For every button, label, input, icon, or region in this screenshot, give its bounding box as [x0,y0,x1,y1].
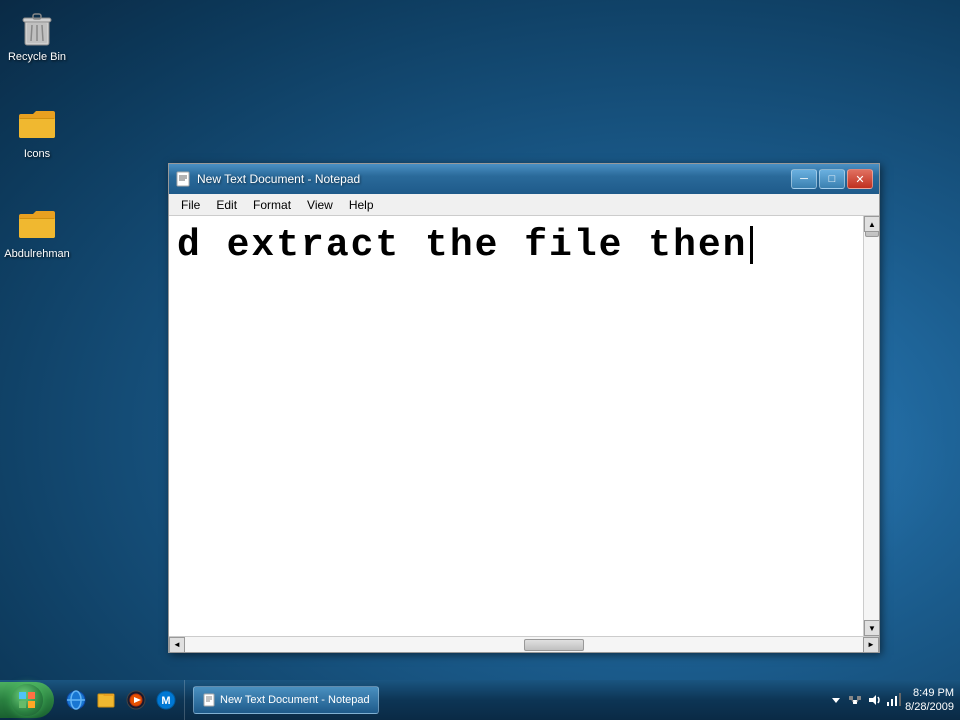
windows-logo [17,690,37,710]
title-bar-left: New Text Document - Notepad [175,171,360,187]
system-clock[interactable]: 8:49 PM 8/28/2009 [905,686,954,715]
system-tray: 8:49 PM 8/28/2009 [822,680,960,720]
notepad-content-area[interactable]: d extract the file then ▲ ▼ [169,216,879,636]
desktop: Recycle Bin Icons Abdulrehman [0,0,960,720]
scrollbar-down-button[interactable]: ▼ [864,620,879,636]
menu-file[interactable]: File [173,196,208,214]
maximize-button[interactable]: □ [819,169,845,189]
show-hidden-tray-icon[interactable] [828,692,844,708]
abdulrehman-folder-icon[interactable]: Abdulrehman [2,200,72,264]
messenger-icon[interactable]: M [152,686,180,714]
minimize-button[interactable]: ─ [791,169,817,189]
ie-icon[interactable] [62,686,90,714]
recycle-bin-icon[interactable]: Recycle Bin [2,3,72,67]
icons-folder-label: Icons [24,148,50,160]
media-player-icon[interactable] [122,686,150,714]
menu-bar: File Edit Format View Help [169,194,879,216]
volume-tray-icon[interactable] [866,692,882,708]
menu-view[interactable]: View [299,196,341,214]
taskbar-notepad-icon [202,693,216,707]
taskbar: M New Text Document - Notepad [0,680,960,720]
file-explorer-icon[interactable] [92,686,120,714]
menu-help[interactable]: Help [341,196,382,214]
scrollbar-left-button[interactable]: ◄ [169,637,185,653]
scrollbar-h-track [185,638,863,652]
abdulrehman-folder-label: Abdulrehman [4,248,69,260]
scrollbar-up-button[interactable]: ▲ [864,216,879,232]
notepad-text: d extract the file then [177,224,753,267]
quick-launch: M [58,680,185,720]
recycle-bin-label: Recycle Bin [8,51,66,63]
icons-folder-icon[interactable]: Icons [2,100,72,164]
signal-tray-icon[interactable] [885,692,901,708]
text-cursor [750,226,753,264]
horizontal-scrollbar[interactable]: ◄ ► [169,636,879,652]
taskbar-window-area: New Text Document - Notepad [185,686,822,714]
close-button[interactable]: ✕ [847,169,873,189]
taskbar-notepad-label: New Text Document - Notepad [220,694,370,706]
clock-date: 8/28/2009 [905,700,954,714]
window-title: New Text Document - Notepad [197,172,360,186]
menu-edit[interactable]: Edit [208,196,245,214]
title-bar-buttons: ─ □ ✕ [791,169,873,189]
scrollbar-h-thumb[interactable] [524,639,584,651]
svg-text:M: M [161,695,170,707]
notepad-window: New Text Document - Notepad ─ □ ✕ File E… [168,163,880,653]
scrollbar-right-button[interactable]: ► [863,637,879,653]
tray-icons [828,692,901,708]
start-button[interactable] [0,682,54,718]
vertical-scrollbar[interactable]: ▲ ▼ [863,216,879,636]
title-bar[interactable]: New Text Document - Notepad ─ □ ✕ [169,164,879,194]
notepad-title-icon [175,171,191,187]
clock-time: 8:49 PM [913,686,954,700]
start-orb [11,684,43,716]
menu-format[interactable]: Format [245,196,299,214]
network-tray-icon[interactable] [847,692,863,708]
taskbar-notepad-button[interactable]: New Text Document - Notepad [193,686,379,714]
